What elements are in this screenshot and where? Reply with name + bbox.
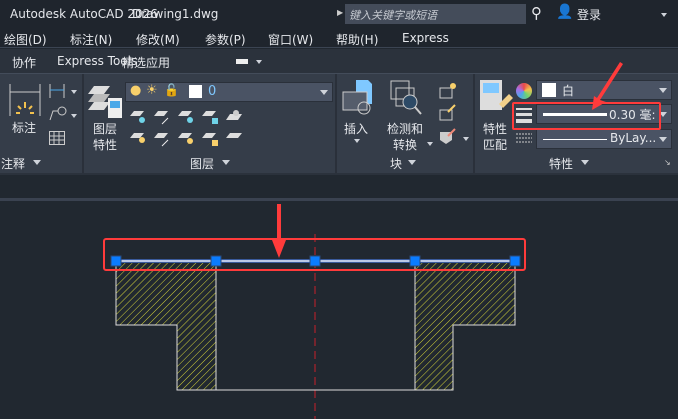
grip-handle[interactable] [309,255,321,267]
annotation-arrow-down-icon [272,204,286,258]
insert-dropdown[interactable] [354,139,360,143]
ribbon-canvas-gap [0,173,678,201]
grip-handle[interactable] [509,255,521,267]
search-input[interactable]: 键入关键字或短语 [345,4,526,24]
block-panel-dropdown[interactable] [408,160,416,165]
block-tools-dropdown[interactable] [463,137,469,141]
layer-dropdown-arrow[interactable] [320,90,328,95]
table-icon[interactable] [49,131,65,145]
menu-modify[interactable]: 修改(M) [136,31,180,48]
ribbon: 标注 注释 图层 特性 ● ☀ 🔓 0 图层 插入 检测和 转换 块 特性 匹配… [0,73,678,174]
match-properties-icon[interactable] [479,80,513,118]
layer-properties-label-1[interactable]: 图层 [93,120,117,137]
color-dropdown-arrow[interactable] [659,88,667,93]
layer-unlock-icon[interactable]: 🔓 [164,83,179,97]
file-title: Drawing1.dwg [132,7,219,21]
detect-convert-icon[interactable] [390,80,424,118]
user-icon[interactable]: 👤 [556,4,573,20]
panel-divider [473,74,475,174]
block-tools-icons[interactable] [438,82,458,146]
expand-arrow-icon[interactable]: ▶ [337,8,343,17]
layer-properties-icon[interactable] [88,82,124,118]
detect-label-2[interactable]: 转换 [393,136,417,153]
layers-panel-dropdown[interactable] [222,160,230,165]
detect-dropdown[interactable] [427,142,433,146]
menu-bar: 绘图(D) 标注(N) 修改(M) 参数(P) 窗口(W) 帮助(H) Expr… [0,30,678,48]
annotation-arrow-icon [592,62,623,110]
current-layer-name: 0 [208,84,217,99]
menu-help[interactable]: 帮助(H) [336,31,378,48]
tab-overflow-dropdown[interactable] [256,60,262,64]
layer-thaw-icon[interactable]: ☀ [146,83,158,98]
layer-tools-grid [130,108,250,148]
panel-launcher-icon[interactable]: ↘ [664,158,671,167]
layer-properties-label-2[interactable]: 特性 [93,136,117,153]
dim-linear-small-icon[interactable] [49,84,65,98]
tab-overflow-icon[interactable] [236,59,248,64]
color-swatch [542,83,556,97]
linetype-dropdown[interactable]: ByLay... [536,129,672,149]
menu-dimension[interactable]: 标注(N) [70,31,112,48]
menu-express[interactable]: Express [402,31,449,45]
linear-dimension-icon[interactable] [8,84,42,116]
left-hatch-section[interactable] [115,259,217,391]
annotation-panel-title[interactable]: 注释 [1,155,25,172]
search-icon[interactable]: ⚲ [531,4,542,22]
insert-button[interactable]: 插入 [344,120,368,137]
detect-label-1[interactable]: 检测和 [387,120,423,137]
color-wheel-icon[interactable] [516,83,532,99]
color-value: 白 [562,84,575,98]
panel-divider [335,74,337,174]
menu-window[interactable]: 窗口(W) [268,31,313,48]
layers-panel-title[interactable]: 图层 [190,155,214,172]
menu-draw[interactable]: 绘图(D) [4,31,47,48]
panel-divider [82,74,84,174]
insert-block-icon[interactable] [342,80,376,116]
title-bar: Autodesk AutoCAD 2026 Drawing1.dwg ▶ 键入关… [0,0,678,30]
linetype-value: ByLay... [610,131,657,145]
drawing-canvas[interactable] [0,204,678,419]
right-hatch-section[interactable] [414,259,516,391]
dimension-button[interactable]: 标注 [12,119,36,136]
annotation-panel-dropdown[interactable] [33,160,41,165]
layer-on-icon[interactable]: ● [130,83,141,98]
match-label-2[interactable]: 匹配 [483,136,507,153]
layer-color-swatch [189,85,202,98]
properties-panel-title[interactable]: 特性 [549,155,573,172]
ribbon-tabs: 协作 Express Tools 精选应用 [0,49,678,73]
tab-featured-apps[interactable]: 精选应用 [122,54,170,71]
grip-handle[interactable] [210,255,222,267]
match-label-1[interactable]: 特性 [483,120,507,137]
layer-dropdown[interactable]: ● ☀ 🔓 0 [125,82,333,102]
leader-icon[interactable] [49,106,67,122]
properties-panel-dropdown[interactable] [581,160,589,165]
login-dropdown-icon[interactable] [661,13,667,17]
block-panel-title[interactable]: 块 [390,155,402,172]
linetype-preview [543,139,607,140]
tab-collaborate[interactable]: 协作 [12,54,36,71]
grip-handle[interactable] [110,255,122,267]
linetype-dropdown-arrow[interactable] [659,137,667,142]
login-button[interactable]: 登录 [577,6,601,23]
leader-dropdown[interactable] [71,114,77,118]
dim-dropdown[interactable] [71,90,77,94]
linetype-icon[interactable] [516,132,532,146]
menu-parametric[interactable]: 参数(P) [205,31,246,48]
grip-handle[interactable] [409,255,421,267]
